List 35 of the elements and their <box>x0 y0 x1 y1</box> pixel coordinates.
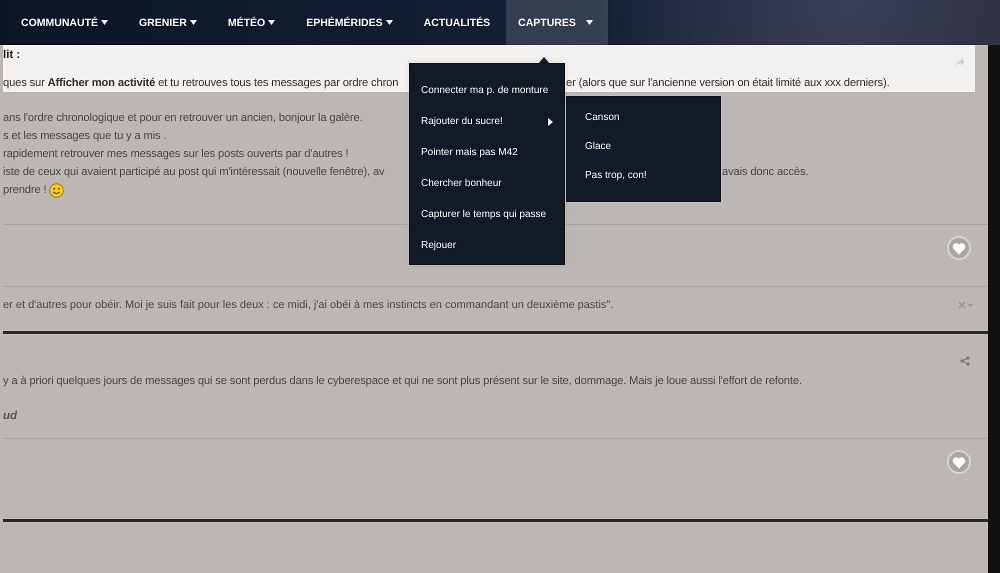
post-text: avais donc accès. <box>722 166 808 178</box>
nav-item[interactable]: COMMUNAUTÉ <box>6 0 123 45</box>
post-text: s et les messages que tu y a mis . <box>3 130 166 142</box>
menu-item[interactable]: Capturer le temps qui passe <box>409 199 565 230</box>
post-text: ans l'ordre chronologique et pour en retrouver un ancien, bonjour la galère. <box>3 112 363 124</box>
nav-item[interactable]: GRENIER <box>124 0 212 45</box>
menu-item[interactable]: Glace <box>566 132 721 161</box>
signature-text: er et d'autres pour obéir. Moi je suis fait pour les deux : ce midi, j'ai obéi à mes instincts en commandant un deuxième pastis". <box>3 299 614 311</box>
nav-item[interactable]: ACTUALITÉS <box>408 0 506 45</box>
like-button[interactable] <box>947 236 971 260</box>
nav-item[interactable]: MÉTÉO <box>212 0 290 45</box>
menu-item[interactable]: Chercher bonheur <box>409 168 565 199</box>
quote-text: ques sur Afficher mon activité et tu retrouves tous tes messages par ordre chron <box>3 77 398 89</box>
close-icon[interactable] <box>958 301 974 309</box>
heart-icon <box>952 242 966 254</box>
post-text: prendre ! <box>3 184 46 196</box>
menu-item[interactable]: Canson <box>566 103 721 132</box>
share-icon[interactable] <box>955 57 965 67</box>
menu-item[interactable]: Rajouter du sucre! <box>409 106 565 137</box>
menu-item[interactable]: Pas trop, con! <box>566 161 721 190</box>
nav-item[interactable]: CAPTURES <box>506 0 608 45</box>
author-note: ud <box>3 410 18 422</box>
like-button[interactable] <box>947 450 971 474</box>
share-icon[interactable] <box>960 356 970 366</box>
menu-item[interactable]: Pointer mais pas M42 <box>409 137 565 168</box>
quote-title: lit : <box>3 48 20 63</box>
menu-item[interactable]: Rejouer <box>409 230 565 261</box>
quote-text: er (alors que sur l'ancienne version on était limité aux xxx derniers). <box>566 77 890 89</box>
heart-icon <box>952 456 966 468</box>
scrollbar[interactable] <box>988 45 1000 573</box>
menu-item[interactable]: Connecter ma p. de monture <box>409 75 565 106</box>
post-text: iste de ceux qui avaient participé au post qui m'intéressait (nouvelle fenêtre), av <box>3 166 384 178</box>
nav-item[interactable]: EPHÉMÉRIDES <box>291 0 408 45</box>
post-text: rapidement retrouver mes messages sur les posts ouverts par d'autres ! <box>3 148 348 160</box>
post-text: y a à priori quelques jours de messages qui se sont perdus dans le cyberespace et qui ne sont plus présent sur le site, dommage. Mais je loue aussi l'effort de refonte. <box>3 375 802 387</box>
